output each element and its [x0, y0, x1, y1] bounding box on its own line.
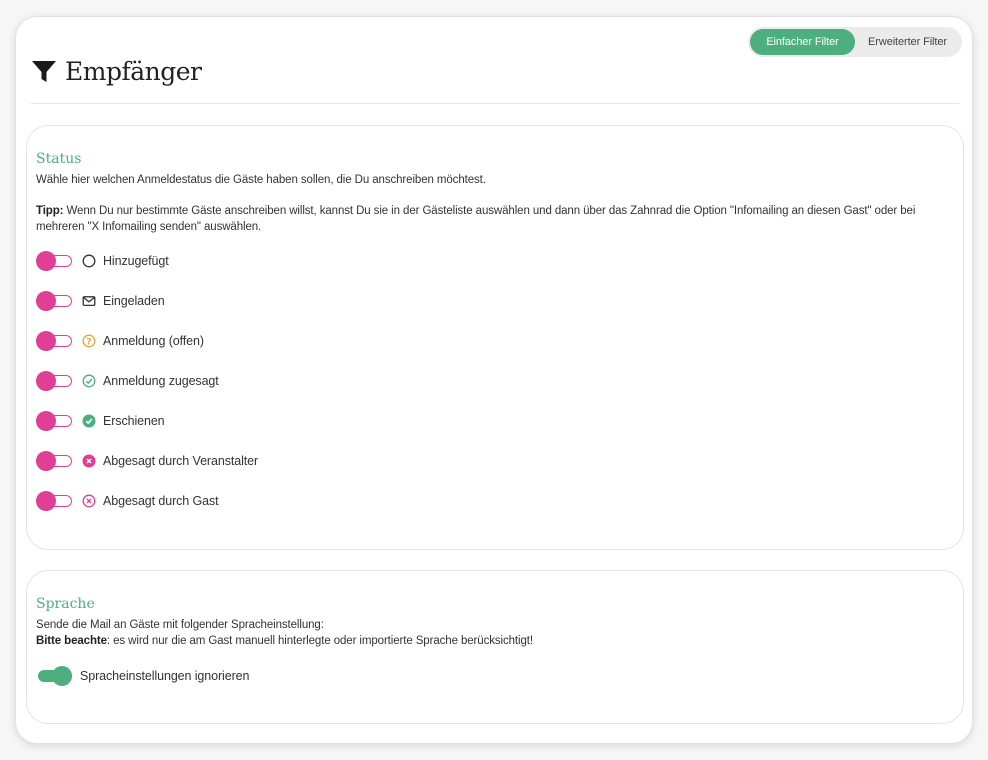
language-ignore-label: Spracheinstellungen ignorieren — [80, 669, 250, 683]
language-description-text: Sende die Mail an Gäste mit folgender Sp… — [36, 619, 324, 631]
language-description: Sende die Mail an Gäste mit folgender Sp… — [36, 617, 956, 649]
status-tip: Tipp: Wenn Du nur bestimmte Gäste anschr… — [36, 203, 956, 235]
status-row-cancelled-guest: Abgesagt durch Gast — [36, 490, 219, 512]
toggle-cancelled-organizer[interactable] — [36, 450, 72, 472]
status-row-added: Hinzugefügt — [36, 250, 169, 272]
advanced-filter-button[interactable]: Erweiterter Filter — [855, 29, 960, 55]
svg-text:?: ? — [86, 337, 91, 347]
toggle-invited[interactable] — [36, 290, 72, 312]
x-circle-filled-icon — [82, 454, 96, 468]
toggle-attended[interactable] — [36, 410, 72, 432]
status-row-cancelled-organizer: Abgesagt durch Veranstalter — [36, 450, 258, 472]
status-label-registration-confirmed: Anmeldung zugesagt — [103, 374, 219, 388]
envelope-icon — [82, 294, 96, 308]
language-note-label: Bitte beachte — [36, 635, 107, 647]
header-divider — [31, 103, 959, 104]
language-note-text: : es wird nur die am Gast manuell hinter… — [106, 635, 533, 647]
status-row-attended: Erschienen — [36, 410, 165, 432]
status-label-attended: Erschienen — [103, 414, 165, 428]
toggle-added[interactable] — [36, 250, 72, 272]
status-row-registration-open: ? Anmeldung (offen) — [36, 330, 204, 352]
x-circle-outline-icon — [82, 494, 96, 508]
circle-outline-icon — [82, 254, 96, 268]
status-label-registration-open: Anmeldung (offen) — [103, 334, 204, 348]
status-label-cancelled-guest: Abgesagt durch Gast — [103, 494, 219, 508]
status-title: Status — [36, 151, 82, 167]
tip-label: Tipp: — [36, 205, 64, 217]
toggle-ignore-language[interactable] — [36, 665, 72, 687]
simple-filter-button[interactable]: Einfacher Filter — [750, 29, 855, 55]
filter-mode-toggle: Einfacher Filter Erweiterter Filter — [748, 27, 962, 57]
tip-text: Wenn Du nur bestimmte Gäste anschreiben … — [63, 205, 916, 217]
status-row-registration-confirmed: Anmeldung zugesagt — [36, 370, 219, 392]
check-circle-filled-icon — [82, 414, 96, 428]
tip-text-2: mehreren "X Infomailing senden" auswähle… — [36, 221, 262, 233]
status-label-cancelled-organizer: Abgesagt durch Veranstalter — [103, 454, 259, 468]
status-panel: Status Wähle hier welchen Anmeldestatus … — [26, 125, 964, 550]
page-header: Empfänger — [31, 57, 202, 86]
language-ignore-row: Spracheinstellungen ignorieren — [36, 665, 249, 687]
language-panel: Sprache Sende die Mail an Gäste mit folg… — [26, 570, 964, 724]
status-label-invited: Eingeladen — [103, 294, 165, 308]
funnel-icon — [32, 60, 56, 82]
recipients-card: Einfacher Filter Erweiterter Filter Empf… — [15, 16, 973, 744]
toggle-cancelled-guest[interactable] — [36, 490, 72, 512]
status-label-added: Hinzugefügt — [103, 254, 169, 268]
status-description: Wähle hier welchen Anmeldestatus die Gäs… — [36, 174, 486, 186]
question-circle-icon: ? — [82, 334, 96, 348]
page-title: Empfänger — [65, 57, 202, 86]
status-row-invited: Eingeladen — [36, 290, 165, 312]
toggle-registration-confirmed[interactable] — [36, 370, 72, 392]
check-circle-outline-icon — [82, 374, 96, 388]
language-title: Sprache — [36, 596, 95, 612]
toggle-registration-open[interactable] — [36, 330, 72, 352]
